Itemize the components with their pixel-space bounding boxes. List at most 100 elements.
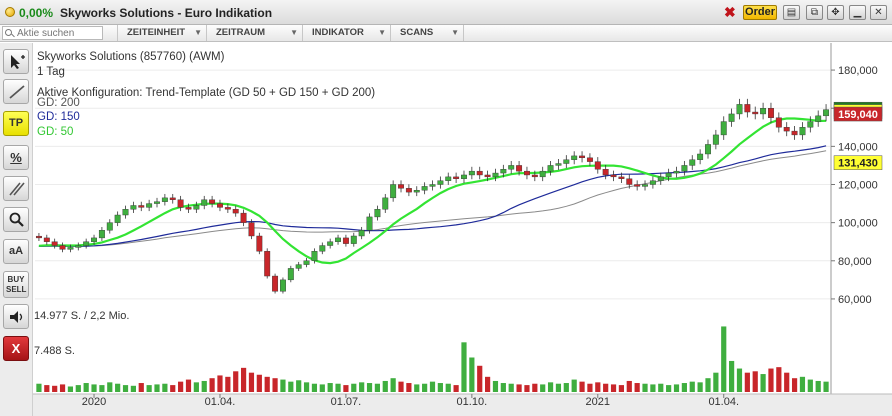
volume-bar	[296, 380, 302, 392]
volume-bar	[264, 376, 270, 392]
trend-template-tool[interactable]: TP	[3, 111, 29, 136]
legend-config: Aktive Konfiguration: Trend-Template (GD…	[37, 87, 375, 99]
volume-bar	[36, 383, 42, 392]
volume-bar	[209, 378, 215, 392]
volume-bar	[729, 360, 735, 392]
volume-bar	[658, 383, 664, 392]
window-close-icon[interactable]: ✕	[870, 5, 887, 20]
candle-body	[586, 157, 593, 162]
volume-bar	[146, 385, 152, 392]
candle-body	[106, 222, 113, 231]
parallel-lines-tool[interactable]	[3, 176, 29, 201]
stock-search-input[interactable]	[2, 26, 103, 40]
volume-bar	[823, 381, 829, 392]
candle-body	[728, 113, 735, 122]
volume-bar	[138, 383, 144, 392]
volume-bar	[744, 372, 750, 392]
price-chart[interactable]: 60,00080,000100,000120,000140,000160,000…	[33, 43, 892, 416]
volume-bar	[83, 383, 89, 392]
price-change: 0,00%	[19, 6, 54, 20]
volume-bar	[170, 385, 176, 392]
volume-bar	[122, 385, 129, 392]
candle-body	[83, 241, 90, 246]
search-icon	[5, 29, 12, 36]
candle-body	[59, 245, 66, 250]
menu-zeitraum[interactable]: ZEITRAUM ▼	[206, 25, 302, 41]
order-button[interactable]: Order	[743, 5, 777, 20]
candle-body	[287, 268, 294, 281]
line-tool[interactable]	[3, 79, 29, 104]
candle-body	[224, 207, 231, 210]
candle-body	[657, 176, 664, 181]
candle-body	[75, 245, 82, 248]
candle-body	[760, 108, 767, 115]
copy-icon[interactable]: ⧉	[806, 5, 823, 20]
window-title-bar: 0,00% Skyworks Solutions - Euro Indikati…	[0, 0, 892, 25]
menu-scans[interactable]: SCANS ▼	[390, 25, 464, 41]
candle-body	[177, 199, 184, 208]
volume-bar	[634, 383, 640, 392]
candle-body	[634, 184, 641, 187]
volume-bar	[461, 342, 467, 392]
chevron-down-icon: ▼	[378, 28, 386, 37]
candle-body	[453, 176, 460, 179]
volume-bar	[154, 384, 160, 392]
volume-bar	[736, 368, 743, 392]
legend-gd50: GD: 50	[37, 126, 73, 138]
minimize-icon[interactable]: ▁	[849, 5, 866, 20]
close-x-icon[interactable]: ✖	[724, 4, 736, 21]
percent-tool[interactable]: %	[3, 145, 29, 170]
volume-bar	[681, 383, 687, 392]
volume-bar	[422, 383, 428, 392]
y-tick-label: 60,000	[838, 294, 872, 306]
volume-bar	[666, 385, 672, 392]
candle-body	[437, 180, 444, 185]
tool-label: TP	[8, 117, 24, 129]
candle-body	[539, 170, 546, 178]
volume-bar	[768, 368, 774, 392]
candle-body	[43, 237, 50, 242]
chart-canvas[interactable]: 60,00080,000100,000120,000140,000160,000…	[33, 43, 892, 416]
candle-body	[429, 184, 436, 187]
candle-body	[327, 241, 334, 246]
volume-bar	[705, 378, 711, 392]
candle-body	[445, 176, 452, 181]
text-tool[interactable]: aA	[3, 239, 29, 264]
move-icon[interactable]: ✥	[827, 5, 844, 20]
volume-bar	[445, 383, 451, 392]
delete-tool[interactable]: X	[3, 336, 29, 361]
volume-bar	[248, 372, 255, 392]
menu-zeiteinheit[interactable]: ZEITEINHEIT ▼	[117, 25, 206, 41]
candle-body	[516, 165, 523, 172]
buy-sell-tool[interactable]: BUY SELL	[3, 271, 29, 298]
volume-bar	[524, 385, 530, 392]
volume-bar	[429, 381, 436, 392]
volume-bar	[256, 374, 262, 392]
volume-bar	[532, 383, 538, 392]
speaker-icon	[10, 311, 23, 323]
candle-body	[366, 216, 373, 231]
y-tick-label: 80,000	[838, 256, 872, 268]
x-tick-label: 01.04.	[708, 396, 739, 408]
parallel-lines-icon	[9, 182, 25, 196]
tool-label: X	[11, 341, 21, 356]
sound-tool[interactable]	[3, 304, 29, 329]
chevron-down-icon: ▼	[290, 28, 298, 37]
volume-bar	[571, 379, 577, 392]
zoom-tool[interactable]	[3, 207, 29, 232]
candle-body	[626, 178, 633, 185]
cursor-tool[interactable]	[3, 49, 29, 74]
candle-body	[374, 209, 381, 218]
volume-bar	[359, 382, 365, 392]
volume-bar	[697, 382, 703, 392]
candle-body	[272, 275, 279, 292]
candle-body	[594, 161, 601, 170]
candle-body	[303, 260, 310, 265]
candle-body	[768, 108, 774, 118]
menu-indikator[interactable]: INDIKATOR ▼	[302, 25, 390, 41]
candle-body	[807, 121, 814, 128]
status-dot-icon	[5, 7, 15, 17]
note-icon[interactable]: ▤	[783, 5, 800, 20]
candle-body	[264, 251, 271, 277]
candle-body	[98, 230, 105, 239]
